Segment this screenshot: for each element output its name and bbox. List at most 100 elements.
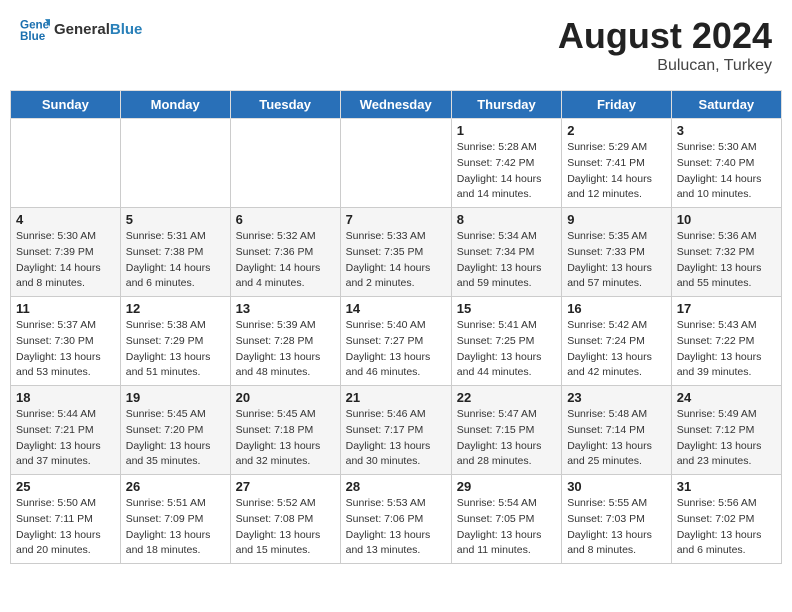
day-info: Sunrise: 5:30 AM Sunset: 7:40 PM Dayligh…	[677, 140, 776, 203]
calendar-day-cell: 8 Sunrise: 5:34 AM Sunset: 7:34 PM Daylig…	[451, 208, 561, 297]
day-of-week-header: Sunday	[11, 91, 121, 119]
day-info: Sunrise: 5:38 AM Sunset: 7:29 PM Dayligh…	[126, 318, 225, 381]
day-number: 30	[567, 479, 666, 494]
day-info: Sunrise: 5:51 AM Sunset: 7:09 PM Dayligh…	[126, 496, 225, 559]
calendar-day-cell: 7 Sunrise: 5:33 AM Sunset: 7:35 PM Daylig…	[340, 208, 451, 297]
logo-icon: General Blue	[20, 15, 50, 45]
logo: General Blue GeneralBlue	[20, 15, 142, 45]
day-info: Sunrise: 5:45 AM Sunset: 7:18 PM Dayligh…	[236, 407, 335, 470]
day-of-week-header: Tuesday	[230, 91, 340, 119]
calendar-day-cell: 11 Sunrise: 5:37 AM Sunset: 7:30 PM Dayli…	[11, 297, 121, 386]
calendar-day-cell: 29 Sunrise: 5:54 AM Sunset: 7:05 PM Dayli…	[451, 475, 561, 564]
calendar-day-cell: 20 Sunrise: 5:45 AM Sunset: 7:18 PM Dayli…	[230, 386, 340, 475]
calendar-week-row: 1Sunrise: 5:28 AM Sunset: 7:42 PM Daylig…	[11, 119, 782, 208]
day-info: Sunrise: 5:30 AM Sunset: 7:39 PM Dayligh…	[16, 229, 115, 292]
calendar-day-cell: 19Sunrise: 5:45 AM Sunset: 7:20 PM Dayli…	[120, 386, 230, 475]
day-number: 7	[346, 212, 446, 227]
day-info: Sunrise: 5:52 AM Sunset: 7:08 PM Dayligh…	[236, 496, 335, 559]
title-block: August 2024 Bulucan, Turkey	[558, 15, 772, 75]
calendar-day-cell: 9Sunrise: 5:35 AM Sunset: 7:33 PM Daylig…	[562, 208, 672, 297]
day-number: 26	[126, 479, 225, 494]
calendar-day-cell: 1Sunrise: 5:28 AM Sunset: 7:42 PM Daylig…	[451, 119, 561, 208]
day-number: 10	[677, 212, 776, 227]
day-number: 31	[677, 479, 776, 494]
day-of-week-header: Thursday	[451, 91, 561, 119]
day-info: Sunrise: 5:39 AM Sunset: 7:28 PM Dayligh…	[236, 318, 335, 381]
page-header: General Blue GeneralBlue August 2024 Bul…	[10, 10, 782, 80]
day-info: Sunrise: 5:56 AM Sunset: 7:02 PM Dayligh…	[677, 496, 776, 559]
day-info: Sunrise: 5:35 AM Sunset: 7:33 PM Dayligh…	[567, 229, 666, 292]
day-number: 11	[16, 301, 115, 316]
calendar-day-cell: 15Sunrise: 5:41 AM Sunset: 7:25 PM Dayli…	[451, 297, 561, 386]
day-of-week-header: Wednesday	[340, 91, 451, 119]
calendar-day-cell: 24 Sunrise: 5:49 AM Sunset: 7:12 PM Dayli…	[671, 386, 781, 475]
day-info: Sunrise: 5:43 AM Sunset: 7:22 PM Dayligh…	[677, 318, 776, 381]
day-info: Sunrise: 5:44 AM Sunset: 7:21 PM Dayligh…	[16, 407, 115, 470]
day-number: 4	[16, 212, 115, 227]
calendar-week-row: 11 Sunrise: 5:37 AM Sunset: 7:30 PM Dayli…	[11, 297, 782, 386]
day-of-week-header: Friday	[562, 91, 672, 119]
day-of-week-header: Monday	[120, 91, 230, 119]
day-number: 1	[457, 123, 556, 138]
calendar-day-cell: 21Sunrise: 5:46 AM Sunset: 7:17 PM Dayli…	[340, 386, 451, 475]
calendar-day-cell: 13 Sunrise: 5:39 AM Sunset: 7:28 PM Dayli…	[230, 297, 340, 386]
calendar-day-cell: 12 Sunrise: 5:38 AM Sunset: 7:29 PM Dayli…	[120, 297, 230, 386]
day-info: Sunrise: 5:33 AM Sunset: 7:35 PM Dayligh…	[346, 229, 446, 292]
day-number: 14	[346, 301, 446, 316]
calendar-day-cell	[340, 119, 451, 208]
day-number: 29	[457, 479, 556, 494]
calendar-day-cell: 26 Sunrise: 5:51 AM Sunset: 7:09 PM Dayli…	[120, 475, 230, 564]
calendar-table: SundayMondayTuesdayWednesdayThursdayFrid…	[10, 90, 782, 564]
day-info: Sunrise: 5:48 AM Sunset: 7:14 PM Dayligh…	[567, 407, 666, 470]
logo-text: GeneralBlue	[54, 21, 142, 39]
calendar-day-cell: 27Sunrise: 5:52 AM Sunset: 7:08 PM Dayli…	[230, 475, 340, 564]
day-info: Sunrise: 5:42 AM Sunset: 7:24 PM Dayligh…	[567, 318, 666, 381]
day-number: 5	[126, 212, 225, 227]
day-number: 20	[236, 390, 335, 405]
day-number: 22	[457, 390, 556, 405]
day-info: Sunrise: 5:37 AM Sunset: 7:30 PM Dayligh…	[16, 318, 115, 381]
day-info: Sunrise: 5:54 AM Sunset: 7:05 PM Dayligh…	[457, 496, 556, 559]
calendar-day-cell: 10 Sunrise: 5:36 AM Sunset: 7:32 PM Dayli…	[671, 208, 781, 297]
day-info: Sunrise: 5:36 AM Sunset: 7:32 PM Dayligh…	[677, 229, 776, 292]
calendar-day-cell: 16Sunrise: 5:42 AM Sunset: 7:24 PM Dayli…	[562, 297, 672, 386]
day-info: Sunrise: 5:32 AM Sunset: 7:36 PM Dayligh…	[236, 229, 335, 292]
calendar-day-cell: 14 Sunrise: 5:40 AM Sunset: 7:27 PM Dayli…	[340, 297, 451, 386]
calendar-day-cell	[11, 119, 121, 208]
location-subtitle: Bulucan, Turkey	[558, 57, 772, 75]
day-info: Sunrise: 5:55 AM Sunset: 7:03 PM Dayligh…	[567, 496, 666, 559]
calendar-day-cell	[230, 119, 340, 208]
calendar-day-cell: 22 Sunrise: 5:47 AM Sunset: 7:15 PM Dayli…	[451, 386, 561, 475]
calendar-day-cell: 25Sunrise: 5:50 AM Sunset: 7:11 PM Dayli…	[11, 475, 121, 564]
calendar-week-row: 25Sunrise: 5:50 AM Sunset: 7:11 PM Dayli…	[11, 475, 782, 564]
day-info: Sunrise: 5:49 AM Sunset: 7:12 PM Dayligh…	[677, 407, 776, 470]
day-info: Sunrise: 5:34 AM Sunset: 7:34 PM Dayligh…	[457, 229, 556, 292]
day-number: 17	[677, 301, 776, 316]
day-info: Sunrise: 5:41 AM Sunset: 7:25 PM Dayligh…	[457, 318, 556, 381]
day-number: 18	[16, 390, 115, 405]
day-info: Sunrise: 5:53 AM Sunset: 7:06 PM Dayligh…	[346, 496, 446, 559]
calendar-week-row: 4 Sunrise: 5:30 AM Sunset: 7:39 PM Daylig…	[11, 208, 782, 297]
day-number: 28	[346, 479, 446, 494]
day-number: 12	[126, 301, 225, 316]
day-info: Sunrise: 5:50 AM Sunset: 7:11 PM Dayligh…	[16, 496, 115, 559]
day-info: Sunrise: 5:47 AM Sunset: 7:15 PM Dayligh…	[457, 407, 556, 470]
calendar-day-cell: 31 Sunrise: 5:56 AM Sunset: 7:02 PM Dayli…	[671, 475, 781, 564]
day-header-row: SundayMondayTuesdayWednesdayThursdayFrid…	[11, 91, 782, 119]
calendar-day-cell: 17 Sunrise: 5:43 AM Sunset: 7:22 PM Dayli…	[671, 297, 781, 386]
calendar-day-cell: 2Sunrise: 5:29 AM Sunset: 7:41 PM Daylig…	[562, 119, 672, 208]
calendar-day-cell: 30 Sunrise: 5:55 AM Sunset: 7:03 PM Dayli…	[562, 475, 672, 564]
calendar-day-cell: 5Sunrise: 5:31 AM Sunset: 7:38 PM Daylig…	[120, 208, 230, 297]
day-number: 24	[677, 390, 776, 405]
calendar-day-cell: 3Sunrise: 5:30 AM Sunset: 7:40 PM Daylig…	[671, 119, 781, 208]
day-info: Sunrise: 5:46 AM Sunset: 7:17 PM Dayligh…	[346, 407, 446, 470]
calendar-body: 1Sunrise: 5:28 AM Sunset: 7:42 PM Daylig…	[11, 119, 782, 564]
day-info: Sunrise: 5:29 AM Sunset: 7:41 PM Dayligh…	[567, 140, 666, 203]
calendar-day-cell: 23Sunrise: 5:48 AM Sunset: 7:14 PM Dayli…	[562, 386, 672, 475]
day-info: Sunrise: 5:40 AM Sunset: 7:27 PM Dayligh…	[346, 318, 446, 381]
day-number: 8	[457, 212, 556, 227]
calendar-day-cell: 4 Sunrise: 5:30 AM Sunset: 7:39 PM Daylig…	[11, 208, 121, 297]
day-number: 13	[236, 301, 335, 316]
calendar-day-cell: 18 Sunrise: 5:44 AM Sunset: 7:21 PM Dayli…	[11, 386, 121, 475]
day-number: 19	[126, 390, 225, 405]
